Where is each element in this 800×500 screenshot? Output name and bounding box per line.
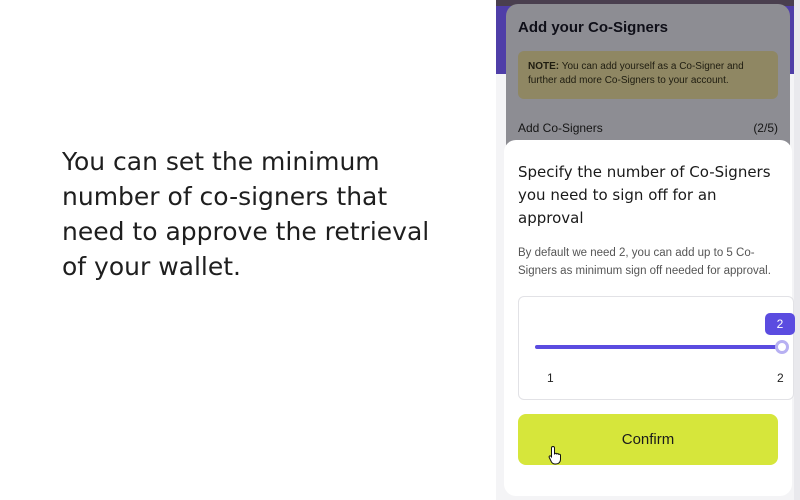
note-text: You can add yourself as a Co-Signer and …	[528, 61, 744, 86]
note-label: NOTE:	[528, 61, 560, 72]
caption-text: You can set the minimum number of co-sig…	[62, 144, 462, 284]
modal-description: By default we need 2, you can add up to …	[518, 247, 771, 277]
min-signers-modal: Specify the number of Co-Signers you nee…	[504, 140, 795, 496]
note-box: NOTE: You can add yourself as a Co-Signe…	[518, 51, 778, 99]
co-signers-count: (2/5)	[753, 121, 778, 135]
slider-thumb[interactable]	[775, 340, 789, 354]
slider-card: 2 1 2	[518, 296, 795, 400]
caption-line: number of co-signers that	[62, 182, 388, 211]
caption-line: of your wallet.	[62, 252, 241, 281]
caption-line: You can set the minimum	[62, 147, 380, 176]
slider-min-label: 1	[547, 371, 554, 385]
sheet-title: Add your Co-Signers	[518, 19, 669, 36]
slider-max-label: 2	[777, 371, 784, 385]
hand-pointer-icon	[548, 445, 561, 465]
add-co-signers-row[interactable]: Add Co-Signers (2/5)	[518, 121, 778, 135]
phone-screen: Add your Co-Signers NOTE: You can add yo…	[496, 0, 800, 500]
slider-track[interactable]	[535, 345, 782, 349]
caption-line: need to approve the retrieval	[62, 217, 430, 246]
slider-value-tooltip: 2	[765, 313, 795, 335]
scroll-strip	[794, 0, 800, 500]
modal-title: Specify the number of Co-Signers you nee…	[518, 163, 771, 227]
add-co-signers-label: Add Co-Signers	[518, 121, 603, 135]
